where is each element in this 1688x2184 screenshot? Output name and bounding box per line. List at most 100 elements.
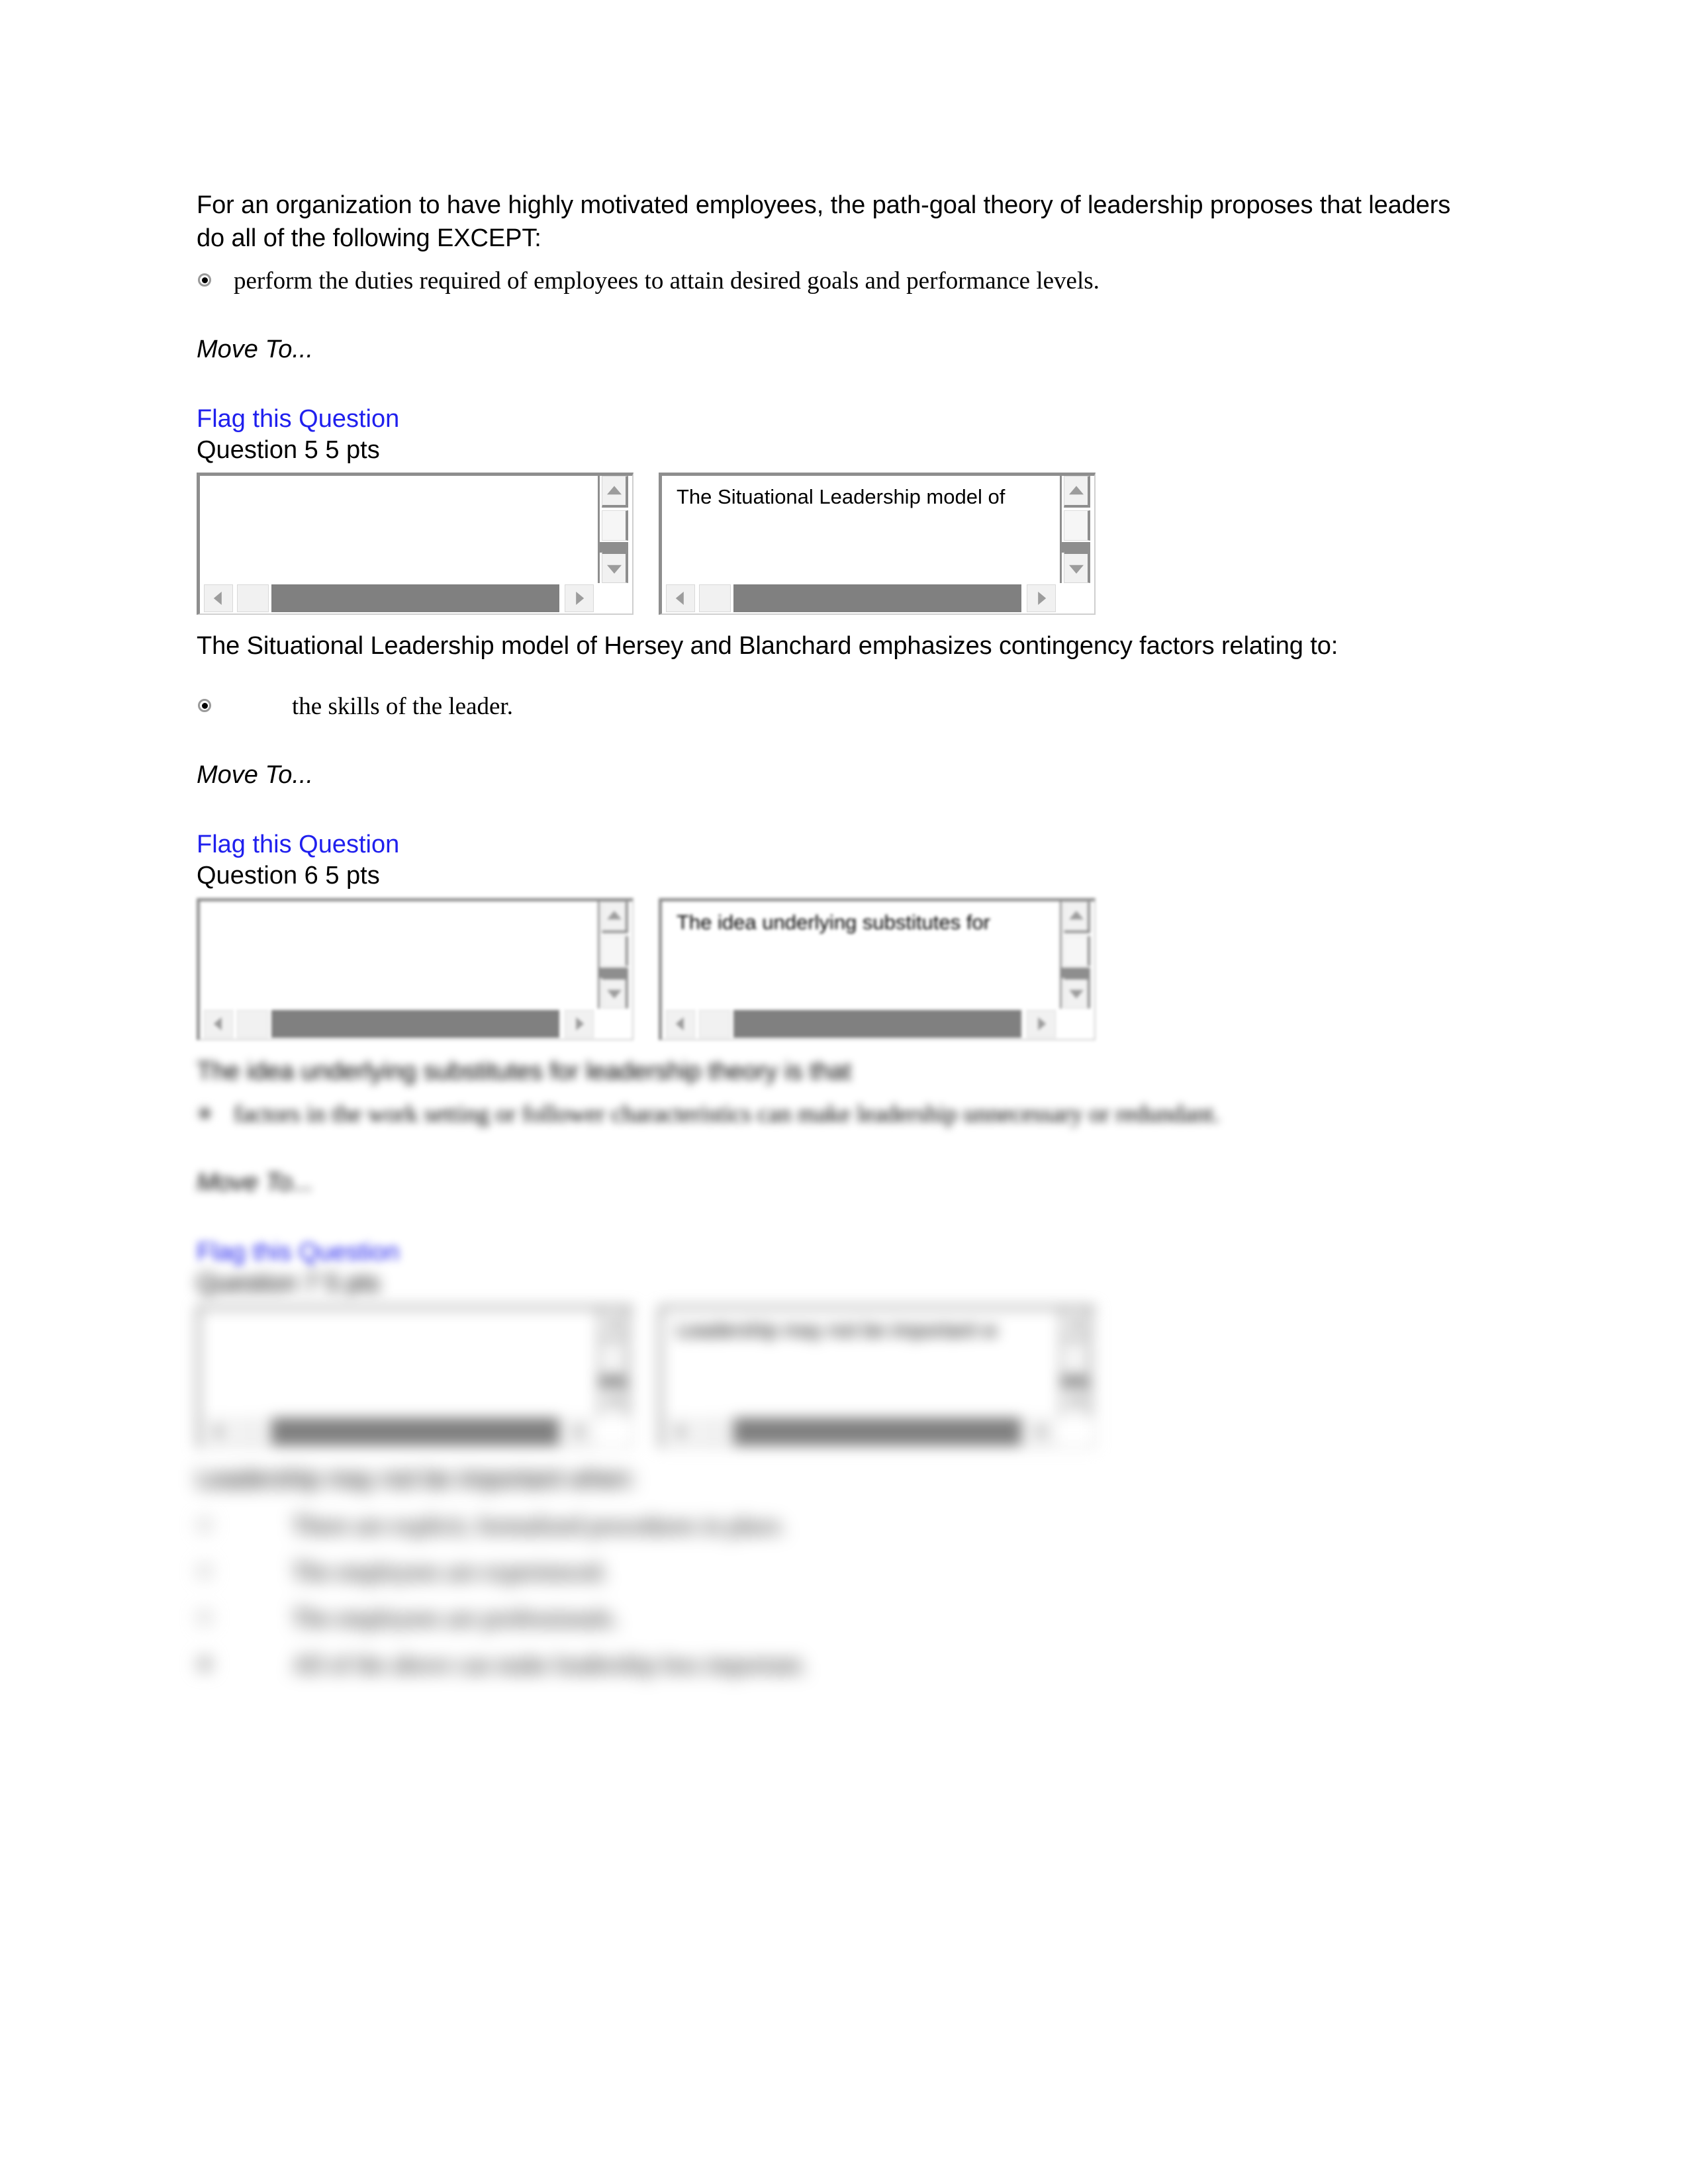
question-4-option-1[interactable]: perform the duties required of employees… [197, 265, 1454, 297]
question-4-block: For an organization to have highly motiv… [197, 189, 1454, 433]
horizontal-scroll-thumb[interactable] [733, 1417, 1021, 1445]
move-to-label-q5[interactable]: Move To... [197, 761, 1454, 790]
question-7-option-4[interactable]: All of the above can make leadership les… [197, 1649, 1454, 1681]
scroll-up-arrow-icon[interactable] [1064, 476, 1090, 508]
flag-this-question-link-q4[interactable]: Flag this Question [197, 405, 399, 433]
scroll-left-arrow-icon[interactable] [204, 1009, 233, 1038]
question-7-stem: Leadership may not be important when: [197, 1465, 636, 1493]
scrollbox-right-q5[interactable]: The Situational Leadership model of [659, 473, 1096, 615]
scroll-left-arrow-icon[interactable] [204, 584, 233, 613]
option-label: All of the above can make leadership les… [292, 1651, 807, 1679]
horizontal-scrollbar[interactable] [200, 1008, 598, 1039]
vertical-scrollbar[interactable] [1060, 476, 1094, 584]
question-5-block: Question 5 5 pts The Situational Leaders… [197, 436, 1454, 858]
question-5-heading: Question 5 5 pts [197, 436, 380, 465]
horizontal-scrollbar[interactable] [662, 1416, 1060, 1447]
scrollbox-content-area [200, 476, 598, 584]
question-5-option-1[interactable]: the skills of the leader. [197, 691, 1454, 723]
radio-button-icon[interactable] [197, 1563, 214, 1580]
scrollbox-right-q7[interactable]: Leadership may not be important w [659, 1305, 1096, 1448]
question-6-stem: The idea underlying substitutes for lead… [197, 1057, 851, 1085]
question-7-option-1[interactable]: There are explicit, formalized procedure… [197, 1510, 1454, 1542]
horizontal-scroll-thumb[interactable] [271, 584, 559, 613]
scrollbox-text [200, 476, 598, 485]
vertical-scrollbar[interactable] [598, 476, 632, 584]
horizontal-scroll-thumb[interactable] [271, 1009, 559, 1038]
scroll-right-arrow-icon[interactable] [1027, 1009, 1056, 1038]
radio-button-selected-icon[interactable] [197, 1656, 214, 1673]
radio-button-selected-icon[interactable] [197, 1105, 214, 1122]
horizontal-scrollbar[interactable] [662, 1008, 1060, 1039]
radio-button-selected-icon[interactable] [197, 272, 214, 289]
scrollbox-content-area [200, 901, 598, 1009]
question-6-block: Question 6 5 pts The idea underlying sub… [197, 862, 1454, 1267]
question-6-scrollbox-pair: The idea underlying substitutes for [197, 897, 1454, 1040]
scroll-right-arrow-icon[interactable] [1027, 584, 1056, 613]
horizontal-scroll-pad[interactable] [237, 584, 269, 613]
horizontal-scrollbar[interactable] [662, 583, 1060, 614]
horizontal-scroll-thumb[interactable] [271, 1417, 559, 1445]
scroll-right-arrow-icon[interactable] [565, 584, 594, 613]
scroll-up-arrow-icon[interactable] [602, 901, 628, 933]
flag-this-question-link-q6[interactable]: Flag this Question [197, 1238, 399, 1267]
flag-this-question-link-q5[interactable]: Flag this Question [197, 831, 399, 859]
scrollbar-corner [1060, 1416, 1094, 1447]
scrollbox-left-q5[interactable] [197, 473, 633, 615]
scrollbar-corner [598, 1416, 632, 1447]
scroll-right-arrow-icon[interactable] [565, 1009, 594, 1038]
question-6-option-1[interactable]: factors in the work setting or follower … [197, 1099, 1454, 1130]
horizontal-scroll-pad[interactable] [699, 584, 731, 613]
vertical-scrollbar[interactable] [598, 901, 632, 1009]
question-7-heading: Question 7 5 pts [197, 1269, 380, 1297]
scrollbox-right-q6[interactable]: The idea underlying substitutes for [659, 897, 1096, 1040]
scrollbox-left-q7[interactable] [197, 1305, 633, 1448]
vertical-scroll-thumb[interactable] [602, 1343, 628, 1374]
question-5-scrollbox-pair: The Situational Leadership model of [197, 473, 1454, 615]
move-to-label-q6[interactable]: Move To... [197, 1169, 1454, 1197]
scroll-left-arrow-icon[interactable] [666, 584, 695, 613]
question-4-stem: For an organization to have highly motiv… [197, 191, 1451, 253]
scroll-left-arrow-icon[interactable] [666, 1009, 695, 1038]
vertical-scrollbar[interactable] [598, 1308, 632, 1416]
scrollbox-content-area: The Situational Leadership model of [662, 476, 1060, 584]
scrollbox-left-q6[interactable] [197, 897, 633, 1040]
vertical-scrollbar[interactable] [1060, 901, 1094, 1009]
horizontal-scroll-pad[interactable] [699, 1417, 731, 1445]
scroll-right-arrow-icon[interactable] [1027, 1417, 1056, 1445]
radio-button-icon[interactable] [197, 1517, 214, 1534]
scroll-down-arrow-icon[interactable] [602, 551, 628, 584]
horizontal-scroll-thumb[interactable] [733, 584, 1021, 613]
question-7-option-3[interactable]: The employees are professionals. [197, 1603, 1454, 1635]
scroll-right-arrow-icon[interactable] [565, 1417, 594, 1445]
vertical-scroll-thumb[interactable] [602, 510, 628, 541]
scroll-up-arrow-icon[interactable] [602, 1308, 628, 1341]
horizontal-scroll-pad[interactable] [699, 1009, 731, 1038]
vertical-scroll-thumb[interactable] [1064, 1343, 1090, 1374]
scroll-down-arrow-icon[interactable] [602, 976, 628, 1009]
option-label: The employees are experienced. [292, 1559, 608, 1586]
radio-button-selected-icon[interactable] [197, 698, 214, 715]
horizontal-scroll-pad[interactable] [237, 1417, 269, 1445]
scroll-down-arrow-icon[interactable] [1064, 976, 1090, 1009]
vertical-scroll-thumb[interactable] [1064, 935, 1090, 966]
scroll-left-arrow-icon[interactable] [666, 1417, 695, 1445]
horizontal-scrollbar[interactable] [200, 583, 598, 614]
scroll-up-arrow-icon[interactable] [602, 476, 628, 508]
vertical-scrollbar[interactable] [1060, 1308, 1094, 1416]
scroll-down-arrow-icon[interactable] [1064, 551, 1090, 584]
scroll-down-arrow-icon[interactable] [602, 1384, 628, 1416]
scroll-up-arrow-icon[interactable] [1064, 901, 1090, 933]
vertical-scroll-thumb[interactable] [602, 935, 628, 966]
scroll-down-arrow-icon[interactable] [1064, 1384, 1090, 1416]
horizontal-scroll-thumb[interactable] [733, 1009, 1021, 1038]
scrollbox-content-area [200, 1308, 598, 1416]
horizontal-scrollbar[interactable] [200, 1416, 598, 1447]
scroll-up-arrow-icon[interactable] [1064, 1308, 1090, 1341]
move-to-label-q4[interactable]: Move To... [197, 336, 1454, 364]
radio-button-icon[interactable] [197, 1610, 214, 1627]
vertical-scroll-thumb[interactable] [1064, 510, 1090, 541]
scroll-left-arrow-icon[interactable] [204, 1417, 233, 1445]
horizontal-scroll-pad[interactable] [237, 1009, 269, 1038]
question-7-option-2[interactable]: The employees are experienced. [197, 1557, 1454, 1588]
option-label: the skills of the leader. [292, 692, 513, 720]
